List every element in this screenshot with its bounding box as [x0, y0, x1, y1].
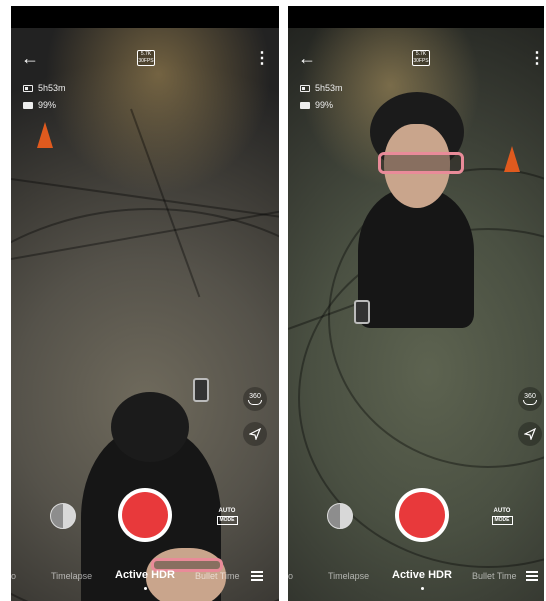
status-bar — [11, 6, 279, 28]
rotate-icon — [523, 400, 537, 405]
mode-bullet-time[interactable]: Bullet Time — [472, 571, 517, 581]
auto-mode-button[interactable]: AUTO MODE — [490, 508, 514, 525]
handheld-phone — [354, 300, 370, 324]
resolution-label: 5.7K — [415, 51, 427, 57]
active-mode-indicator — [421, 587, 424, 590]
traffic-cone — [37, 122, 53, 148]
traffic-cone — [504, 146, 520, 172]
mode-active-hdr[interactable]: Active HDR — [115, 569, 175, 581]
battery-level: 99% — [38, 100, 57, 110]
view-360-button[interactable]: 360 — [518, 387, 542, 411]
mode-timelapse[interactable]: Timelapse — [328, 571, 369, 581]
send-icon[interactable] — [518, 422, 542, 446]
view-360-button[interactable]: 360 — [243, 387, 267, 411]
status-bar — [288, 6, 544, 28]
menu-icon[interactable] — [251, 571, 263, 581]
resolution-label: 5.7K — [140, 51, 152, 57]
battery-icon — [300, 101, 310, 109]
send-icon[interactable] — [243, 422, 267, 446]
record-button[interactable] — [118, 488, 172, 542]
pink-glasses — [378, 152, 464, 174]
gallery-thumbnail[interactable] — [327, 503, 353, 529]
view-360-label: 360 — [524, 393, 536, 400]
handheld-phone — [193, 378, 209, 402]
resolution-badge[interactable]: 5.7K 30FPS — [412, 50, 430, 66]
record-button[interactable] — [395, 488, 449, 542]
camera-screen-right: ← 5.7K 30FPS ⋮ 5h53m 99% 360 AUTO MODE o… — [288, 6, 544, 601]
more-vertical-icon[interactable]: ⋮ — [254, 50, 270, 68]
mode-prev[interactable]: o — [11, 571, 16, 581]
record-icon — [399, 492, 445, 538]
storage-time: 5h53m — [38, 83, 66, 93]
mode-selector: o Timelapse Active HDR Bullet Time — [11, 567, 279, 590]
mode-label: MODE — [216, 516, 238, 525]
mode-timelapse[interactable]: Timelapse — [51, 571, 92, 581]
mode-active-hdr[interactable]: Active HDR — [392, 569, 452, 581]
more-vertical-icon[interactable]: ⋮ — [529, 50, 544, 68]
framerate-label: 30FPS — [138, 58, 154, 64]
view-360-label: 360 — [249, 393, 261, 400]
battery-stat: 99% — [300, 98, 333, 112]
auto-mode-button[interactable]: AUTO MODE — [215, 508, 239, 525]
storage-time: 5h53m — [315, 83, 343, 93]
camera-screen-left: ← 5.7K 30FPS ⋮ 5h53m 99% 360 AUTO MODE o… — [11, 6, 279, 601]
sd-card-icon — [300, 84, 310, 92]
record-icon — [122, 492, 168, 538]
rotate-icon — [248, 400, 262, 405]
arrow-left-icon[interactable]: ← — [298, 48, 320, 68]
person-head — [111, 392, 189, 462]
storage-stat: 5h53m — [300, 81, 343, 95]
battery-icon — [23, 101, 33, 109]
mode-bullet-time[interactable]: Bullet Time — [195, 571, 240, 581]
resolution-badge[interactable]: 5.7K 30FPS — [137, 50, 155, 66]
framerate-label: 30FPS — [413, 58, 429, 64]
person — [358, 188, 474, 328]
battery-stat: 99% — [23, 98, 56, 112]
mode-selector: o Timelapse Active HDR Bullet Time — [288, 567, 544, 590]
sd-card-icon — [23, 84, 33, 92]
mode-prev[interactable]: o — [288, 571, 293, 581]
arrow-left-icon[interactable]: ← — [21, 48, 43, 68]
storage-stat: 5h53m — [23, 81, 66, 95]
menu-icon[interactable] — [526, 571, 538, 581]
auto-label: AUTO — [493, 508, 511, 514]
mode-label: MODE — [491, 516, 513, 525]
gallery-thumbnail[interactable] — [50, 503, 76, 529]
auto-label: AUTO — [218, 508, 236, 514]
battery-level: 99% — [315, 100, 334, 110]
active-mode-indicator — [144, 587, 147, 590]
